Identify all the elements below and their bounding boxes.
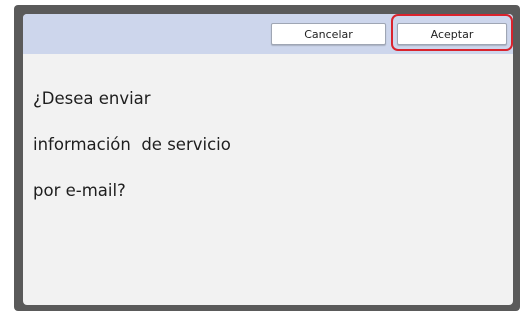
dialog-screen: Cancelar Aceptar ¿Desea enviar informaci… — [23, 14, 513, 305]
message-line: información de servicio — [33, 135, 231, 154]
message-line: ¿Desea enviar — [33, 89, 151, 108]
dialog-button-bar: Cancelar Aceptar — [23, 14, 513, 54]
dialog-message: ¿Desea enviar información de servicio po… — [33, 64, 333, 225]
accept-button[interactable]: Aceptar — [397, 23, 507, 45]
cancel-button[interactable]: Cancelar — [271, 23, 386, 45]
message-line: por e-mail? — [33, 181, 126, 200]
